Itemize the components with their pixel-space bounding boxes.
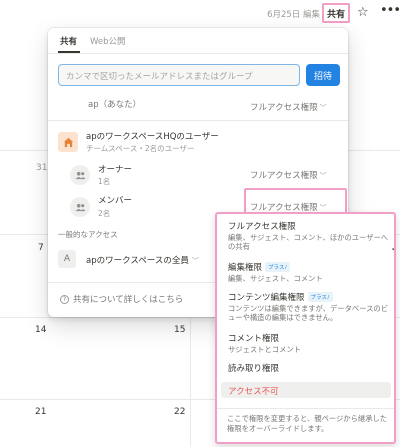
menu-item-desc: 編集、サジェスト、コメント xyxy=(228,274,323,283)
menu-item-title: コメント権限 xyxy=(228,334,280,344)
help-link-label: 共有について詳しくはこちら xyxy=(73,295,184,305)
tab-share[interactable]: 共有 xyxy=(60,35,77,47)
menu-item-edit[interactable]: 編集権限 プラスﾉ 編集、サジェスト、コメント xyxy=(228,261,393,283)
permission-dropdown-menu: フルアクセス権限 編集、サジェスト、コメント、ほかのユーザーへの共有 ✓ 編集権… xyxy=(215,212,396,444)
calendar-day-number: 15 xyxy=(174,325,186,335)
edit-timestamp: 6月25日 編集 xyxy=(267,10,320,20)
permission-label: フルアクセス権限 xyxy=(250,171,318,181)
member-count: 2名 xyxy=(98,209,111,218)
divider xyxy=(48,120,348,121)
dropdown-footer-note: ここで権限を変更すると、親ページから継承した権限をオーバーライドします。 xyxy=(217,408,394,442)
owner-count: 1名 xyxy=(98,177,111,186)
chevron-down-icon: ﹀ xyxy=(191,257,199,265)
self-user-name: ap（あなた） xyxy=(88,100,142,110)
star-icon[interactable]: ☆ xyxy=(357,5,369,20)
member-group-name: メンバー xyxy=(98,196,133,206)
app-root: 31 7 14 15 21 22 6月25日 編集 共有 ☆ ••• 共有 We… xyxy=(0,0,400,447)
menu-item-full-access[interactable]: フルアクセス権限 編集、サジェスト、コメント、ほかのユーザーへの共有 ✓ xyxy=(228,220,394,254)
self-permission-dropdown[interactable]: フルアクセス権限 ﹀ xyxy=(250,101,327,113)
menu-item-desc: サジェストとコメント xyxy=(228,345,301,354)
workspace-sub: チームスペース・2名のユーザー xyxy=(86,144,195,153)
plus-badge: プラスﾉ xyxy=(307,292,333,302)
chevron-down-icon: ﹀ xyxy=(319,104,327,112)
invite-input[interactable]: カンマで区切ったメールアドレスまたはグループ xyxy=(58,64,300,86)
menu-item-title: 読み取り権限 xyxy=(228,364,280,374)
question-icon: ? xyxy=(60,295,69,304)
plus-badge: プラスﾉ xyxy=(265,262,291,272)
menu-item-comment[interactable]: コメント権限 サジェストとコメント xyxy=(228,332,393,354)
people-icon xyxy=(70,197,90,217)
home-icon xyxy=(58,132,78,152)
general-access-label: 一般的なアクセス xyxy=(58,230,118,239)
more-dots-icon[interactable]: ••• xyxy=(380,3,400,18)
workspace-name: apのワークスペースHQのユーザー xyxy=(86,132,219,142)
menu-item-desc: コンテンツは編集できますが、データベースのビューや構造の編集はできません。 xyxy=(228,304,389,322)
menu-item-title: フルアクセス権限 xyxy=(228,222,296,232)
owner-permission-dropdown[interactable]: フルアクセス権限 ﹀ xyxy=(250,169,327,181)
menu-item-read[interactable]: 読み取り権限 xyxy=(228,362,393,374)
invite-button[interactable]: 招待 xyxy=(306,64,340,86)
calendar-day-number: 21 xyxy=(35,407,47,417)
menu-item-content-edit[interactable]: コンテンツ編集権限 プラスﾉ コンテンツは編集できますが、データベースのビューや構… xyxy=(228,291,393,322)
general-access-dropdown[interactable]: apのワークスペースの全員 ﹀ xyxy=(86,254,199,266)
menu-item-desc: 編集、サジェスト、コメント、ほかのユーザーへの共有 xyxy=(228,233,389,251)
owner-group-name: オーナー xyxy=(98,165,133,175)
calendar-day-number: 22 xyxy=(174,407,186,417)
calendar-day-number: 31 xyxy=(36,163,48,173)
tab-web-publish[interactable]: Web公開 xyxy=(90,35,126,47)
general-access-name: apのワークスペースの全員 xyxy=(86,256,189,266)
calendar-day-number: 7 xyxy=(38,243,44,253)
calendar-day-number: 14 xyxy=(35,325,47,335)
active-tab-indicator xyxy=(58,51,80,53)
menu-item-no-access[interactable]: アクセス不可 xyxy=(221,382,391,398)
menu-item-title: 編集権限 xyxy=(228,263,263,273)
checkmark-icon: ✓ xyxy=(391,244,394,254)
workspace-avatar: A xyxy=(58,250,76,268)
help-link[interactable]: ? 共有について詳しくはこちら xyxy=(60,293,183,305)
chevron-down-icon: ﹀ xyxy=(319,172,327,180)
share-tabs: 共有 Web公開 xyxy=(48,28,348,54)
top-bar: 6月25日 編集 共有 ☆ ••• xyxy=(0,0,400,28)
menu-item-title: コンテンツ編集権限 xyxy=(228,293,305,303)
share-button[interactable]: 共有 xyxy=(322,3,350,23)
people-icon xyxy=(70,165,90,185)
permission-label: フルアクセス権限 xyxy=(250,103,318,113)
